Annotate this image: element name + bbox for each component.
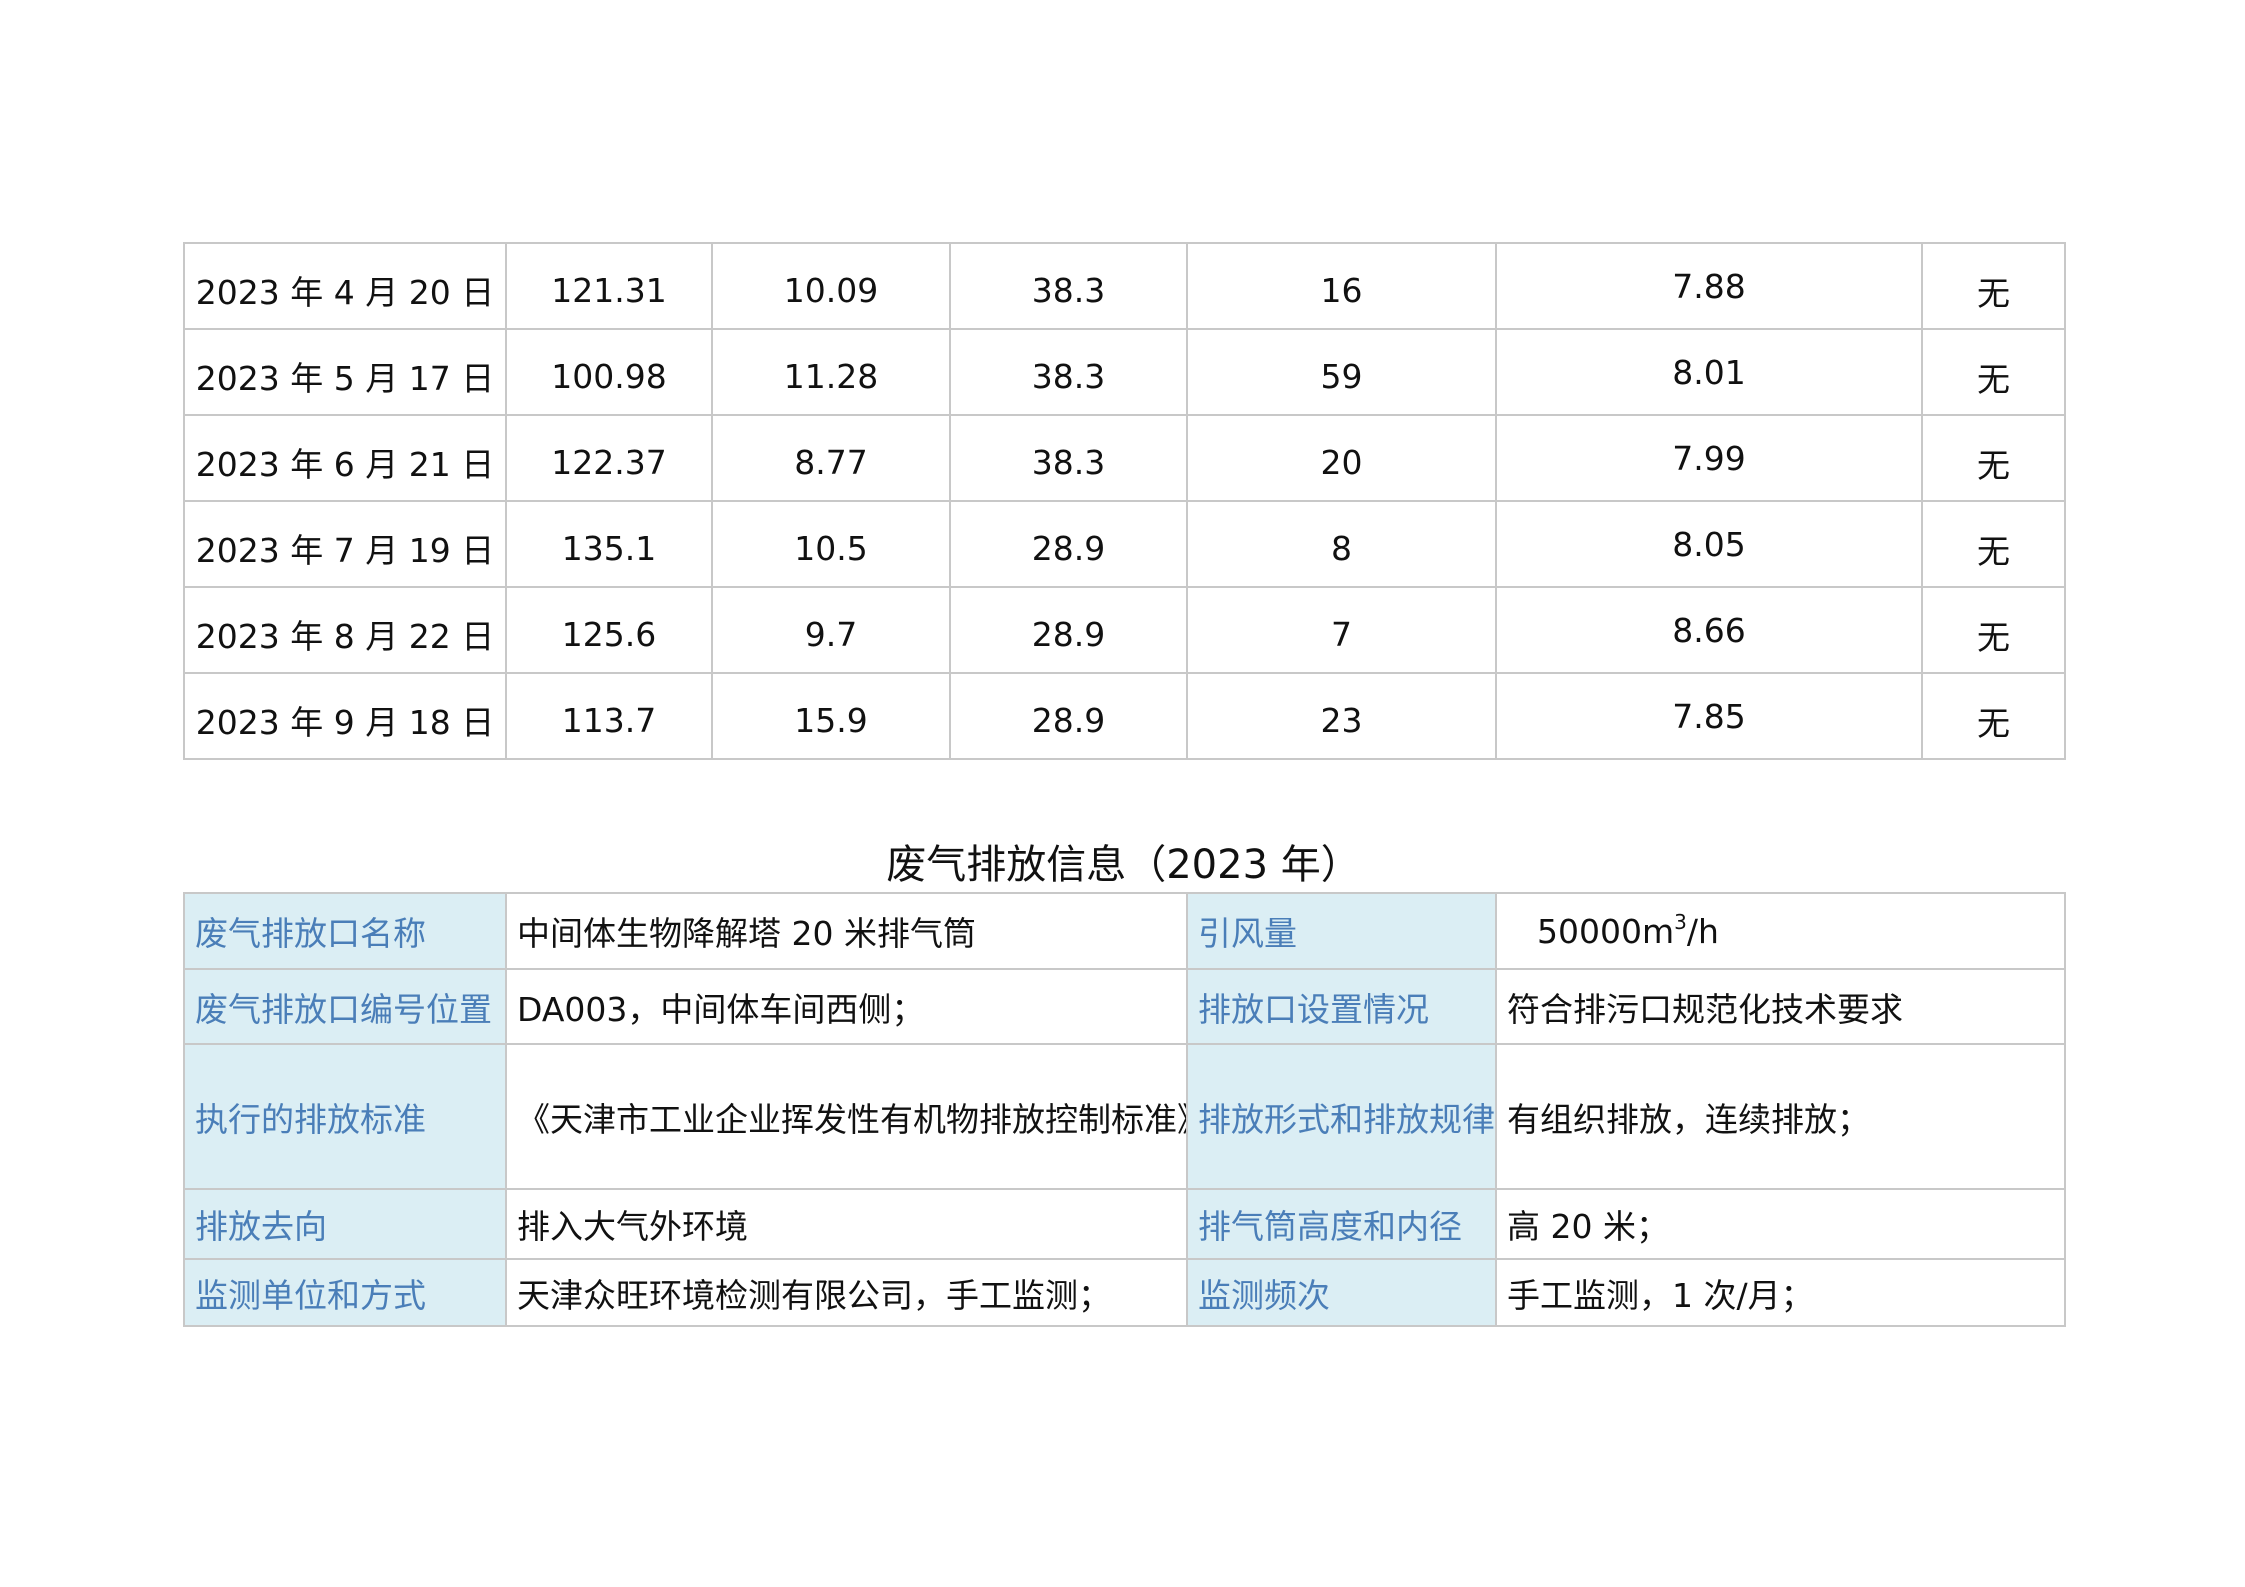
remark-cell: 无 <box>1921 414 2066 502</box>
table-row: 监测单位和方式 天津众旺环境检测有限公司，手工监测； 监测频次 手工监测，1 次… <box>183 1258 2066 1327</box>
pattern-value: 有组织排放，连续排放； <box>1495 1043 2066 1190</box>
remark-cell: 无 <box>1921 586 2066 674</box>
table-row: 2023 年 6 月 21 日 122.37 8.77 38.3 20 7.99… <box>183 414 2066 502</box>
remark-cell: 无 <box>1921 242 2066 330</box>
value-cell: 15.9 <box>711 672 951 760</box>
table-row: 排放去向 排入大气外环境 排气筒高度和内径 高 20 米； <box>183 1188 2066 1260</box>
value-cell: 8.66 <box>1495 586 1923 674</box>
table-row: 废气排放口名称 中间体生物降解塔 20 米排气筒 引风量 50000m3/h <box>183 892 2066 970</box>
frequency-label: 监测频次 <box>1186 1258 1497 1327</box>
airflow-label: 引风量 <box>1186 892 1497 970</box>
date-cell: 2023 年 6 月 21 日 <box>183 414 507 502</box>
standard-label: 执行的排放标准 <box>183 1043 507 1190</box>
value-cell: 16 <box>1186 242 1497 330</box>
table-row: 废气排放口编号位置 DA003，中间体车间西侧； 排放口设置情况 符合排污口规范… <box>183 968 2066 1045</box>
value-cell: 28.9 <box>949 672 1188 760</box>
value-cell: 10.5 <box>711 500 951 588</box>
value-cell: 23 <box>1186 672 1497 760</box>
standard-value: 《天津市工业企业挥发性有机物排放控制标准》 <box>505 1043 1188 1190</box>
outlet-name-label: 废气排放口名称 <box>183 892 507 970</box>
value-cell: 38.3 <box>949 242 1188 330</box>
monitor-unit-label: 监测单位和方式 <box>183 1258 507 1327</box>
destination-value: 排入大气外环境 <box>505 1188 1188 1260</box>
stack-value: 高 20 米； <box>1495 1188 2066 1260</box>
outlet-setting-value: 符合排污口规范化技术要求 <box>1495 968 2066 1045</box>
table-row: 2023 年 5 月 17 日 100.98 11.28 38.3 59 8.0… <box>183 328 2066 416</box>
remark-cell: 无 <box>1921 500 2066 588</box>
date-cell: 2023 年 7 月 19 日 <box>183 500 507 588</box>
value-cell: 28.9 <box>949 500 1188 588</box>
airflow-value-unit: /h <box>1686 911 1719 951</box>
value-cell: 113.7 <box>505 672 713 760</box>
airflow-value-exponent: 3 <box>1674 909 1687 934</box>
value-cell: 9.7 <box>711 586 951 674</box>
outlet-name-value: 中间体生物降解塔 20 米排气筒 <box>505 892 1188 970</box>
destination-label: 排放去向 <box>183 1188 507 1260</box>
frequency-value: 手工监测，1 次/月； <box>1495 1258 2066 1327</box>
monthly-monitoring-table: 2023 年 4 月 20 日 121.31 10.09 38.3 16 7.8… <box>183 242 2066 760</box>
remark-cell: 无 <box>1921 672 2066 760</box>
outlet-id-label: 废气排放口编号位置 <box>183 968 507 1045</box>
value-cell: 125.6 <box>505 586 713 674</box>
date-cell: 2023 年 4 月 20 日 <box>183 242 507 330</box>
value-cell: 38.3 <box>949 414 1188 502</box>
value-cell: 135.1 <box>505 500 713 588</box>
value-cell: 121.31 <box>505 242 713 330</box>
value-cell: 100.98 <box>505 328 713 416</box>
airflow-value: 50000m3/h <box>1495 892 2066 970</box>
date-cell: 2023 年 9 月 18 日 <box>183 672 507 760</box>
value-cell: 8.77 <box>711 414 951 502</box>
date-cell: 2023 年 5 月 17 日 <box>183 328 507 416</box>
value-cell: 7 <box>1186 586 1497 674</box>
value-cell: 122.37 <box>505 414 713 502</box>
table-row: 执行的排放标准 《天津市工业企业挥发性有机物排放控制标准》 排放形式和排放规律 … <box>183 1043 2066 1190</box>
value-cell: 8.05 <box>1495 500 1923 588</box>
remark-cell: 无 <box>1921 328 2066 416</box>
value-cell: 7.85 <box>1495 672 1923 760</box>
value-cell: 10.09 <box>711 242 951 330</box>
value-cell: 28.9 <box>949 586 1188 674</box>
value-cell: 11.28 <box>711 328 951 416</box>
monitor-unit-value: 天津众旺环境检测有限公司，手工监测； <box>505 1258 1188 1327</box>
outlet-setting-label: 排放口设置情况 <box>1186 968 1497 1045</box>
value-cell: 8.01 <box>1495 328 1923 416</box>
value-cell: 7.88 <box>1495 242 1923 330</box>
table-row: 2023 年 7 月 19 日 135.1 10.5 28.9 8 8.05 无 <box>183 500 2066 588</box>
airflow-value-main: 50000m <box>1537 911 1675 951</box>
table-row: 2023 年 4 月 20 日 121.31 10.09 38.3 16 7.8… <box>183 242 2066 330</box>
value-cell: 8 <box>1186 500 1497 588</box>
table-row: 2023 年 8 月 22 日 125.6 9.7 28.9 7 8.66 无 <box>183 586 2066 674</box>
value-cell: 59 <box>1186 328 1497 416</box>
table-row: 2023 年 9 月 18 日 113.7 15.9 28.9 23 7.85 … <box>183 672 2066 760</box>
exhaust-info-table: 废气排放口名称 中间体生物降解塔 20 米排气筒 引风量 50000m3/h 废… <box>183 892 2066 1327</box>
date-cell: 2023 年 8 月 22 日 <box>183 586 507 674</box>
stack-label: 排气筒高度和内径 <box>1186 1188 1497 1260</box>
value-cell: 20 <box>1186 414 1497 502</box>
outlet-id-value: DA003，中间体车间西侧； <box>505 968 1188 1045</box>
section-title: 废气排放信息（2023 年） <box>886 842 1361 888</box>
value-cell: 7.99 <box>1495 414 1923 502</box>
pattern-label: 排放形式和排放规律 <box>1186 1043 1497 1190</box>
value-cell: 38.3 <box>949 328 1188 416</box>
